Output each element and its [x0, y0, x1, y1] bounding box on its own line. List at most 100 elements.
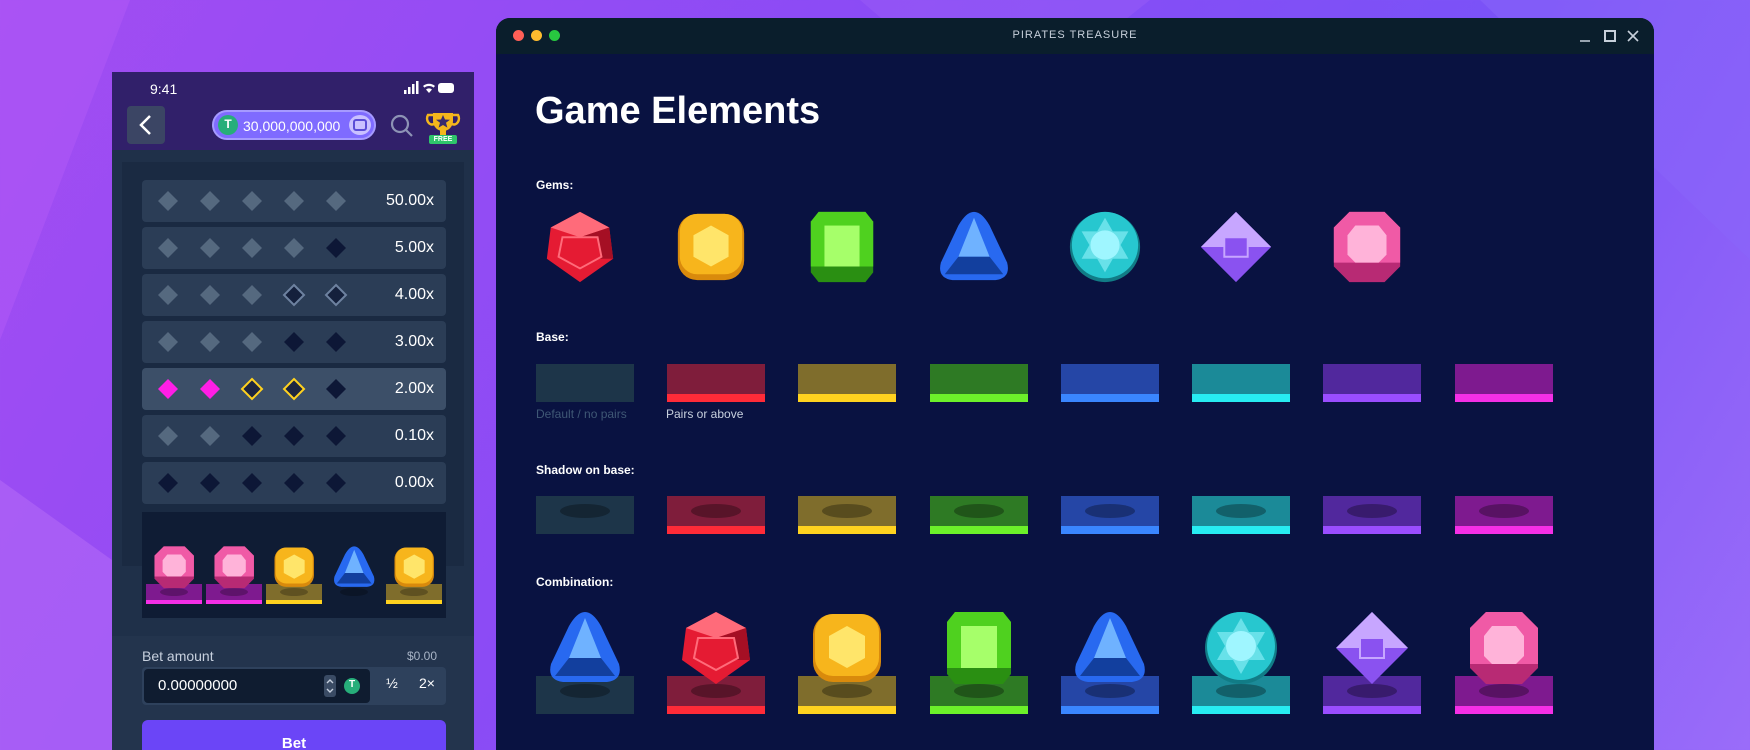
- app-window: PIRATES TREASURE Game Elements Gems: Bas…: [496, 18, 1654, 750]
- pattern-diamond: [284, 238, 304, 258]
- status-time: 9:41: [150, 81, 178, 97]
- default-base: [536, 364, 634, 402]
- status-icons: [404, 81, 454, 94]
- currency-coin-icon: T: [344, 678, 360, 694]
- multiplier-value: 3.00x: [394, 333, 434, 350]
- red-gem-icon: [676, 608, 756, 693]
- pattern-diamond: [200, 285, 220, 305]
- bet-input-group: 0.00000000 T ½ 2×: [142, 667, 446, 705]
- pattern-diamond: [242, 473, 262, 493]
- multiplier-value: 0.10x: [394, 427, 434, 444]
- yellow-gem-icon: [274, 547, 314, 587]
- red-base: [667, 364, 765, 402]
- chevron-left-icon: [139, 115, 151, 135]
- minimize-icon[interactable]: [1575, 26, 1595, 46]
- base-section-label: Base:: [536, 330, 569, 344]
- yellow-base: [798, 364, 896, 402]
- magenta-shadow-base: [1455, 496, 1553, 534]
- pattern-diamond: [200, 473, 220, 493]
- magenta-base: [1455, 364, 1553, 402]
- pink-gem-icon: [214, 546, 254, 589]
- red-gem-icon: [541, 208, 619, 291]
- blue-gem-icon: [545, 608, 625, 693]
- tray-gems: [146, 546, 442, 604]
- page-title: Game Elements: [535, 90, 821, 132]
- paytable-row: 2.00x: [142, 368, 446, 410]
- back-button[interactable]: [127, 106, 165, 144]
- pattern-diamond: [200, 332, 220, 352]
- window-title: PIRATES TREASURE: [1012, 29, 1138, 41]
- pattern-diamond: [326, 473, 346, 493]
- combination-section-label: Combination:: [536, 575, 614, 589]
- free-badge: FREE: [433, 136, 453, 143]
- title-bar: PIRATES TREASURE: [496, 18, 1654, 54]
- pattern-diamond: [326, 379, 346, 399]
- blue-gem-icon: [935, 208, 1013, 291]
- bet-amount-value: 0.00000000: [158, 677, 238, 694]
- pattern-diamond: [242, 238, 262, 258]
- pattern-diamond: [158, 426, 178, 446]
- pattern-diamond: [326, 426, 346, 446]
- pattern-diamond: [242, 332, 262, 352]
- green-gem-icon: [803, 208, 881, 291]
- cyan-shadow-base: [1192, 496, 1290, 534]
- pattern-diamond: [158, 285, 178, 305]
- pattern-diamond: [158, 379, 178, 399]
- purple-shadow-base: [1323, 496, 1421, 534]
- double-bet-button[interactable]: 2×: [412, 675, 442, 697]
- pattern-diamond: [242, 191, 262, 211]
- bet-button[interactable]: Bet: [142, 720, 446, 750]
- search-icon[interactable]: [388, 112, 416, 140]
- multiplier-value: 50.00x: [385, 192, 434, 209]
- pattern-diamond: [158, 191, 178, 211]
- pattern-diamond: [242, 426, 262, 446]
- pink-gem-icon: [154, 546, 194, 589]
- status-bar: 9:41: [112, 72, 474, 102]
- pattern-diamond: [200, 379, 220, 399]
- green-gem-icon: [939, 608, 1019, 693]
- purple-base: [1323, 364, 1421, 402]
- paytable-panel: [122, 162, 464, 566]
- default-shadow-base: [536, 496, 634, 534]
- pairs-base-caption: Pairs or above: [666, 407, 744, 421]
- pattern-diamond: [324, 283, 348, 307]
- pattern-diamond: [158, 473, 178, 493]
- tray-base: [326, 584, 382, 604]
- bet-amount-input[interactable]: 0.00000000 T: [144, 669, 370, 703]
- pattern-diamond: [158, 332, 178, 352]
- pattern-diamond: [326, 191, 346, 211]
- currency-coin-icon: T: [218, 115, 238, 135]
- multiplier-value: 0.00x: [394, 474, 434, 491]
- gems-section-label: Gems:: [536, 178, 574, 192]
- wallet-icon[interactable]: [349, 115, 371, 135]
- close-icon[interactable]: [1623, 26, 1643, 46]
- default-base-caption: Default / no pairs: [536, 407, 627, 421]
- green-shadow-base: [930, 496, 1028, 534]
- pattern-diamond: [284, 426, 304, 446]
- cyan-gem-icon: [1066, 208, 1144, 291]
- paytable-row: 3.00x: [142, 321, 446, 363]
- yellow-gem-icon: [394, 547, 434, 587]
- trophy-button[interactable]: FREE: [423, 107, 463, 147]
- multiplier-value: 2.00x: [394, 380, 434, 397]
- multiplier-value: 5.00x: [394, 239, 434, 256]
- bet-usd-value: $0.00: [407, 649, 438, 663]
- pattern-diamond: [240, 377, 264, 401]
- balance-pill[interactable]: T 30,000,000,000: [212, 110, 376, 140]
- pattern-diamond: [200, 426, 220, 446]
- tray-base: [266, 584, 322, 604]
- pink-gem-icon: [1464, 608, 1544, 693]
- pattern-diamond: [326, 238, 346, 258]
- pattern-diamond: [242, 285, 262, 305]
- maximize-icon[interactable]: [1600, 26, 1620, 46]
- stepper-icon[interactable]: [324, 675, 336, 697]
- yellow-shadow-base: [798, 496, 896, 534]
- balance-amount: 30,000,000,000: [243, 118, 341, 134]
- pattern-diamond: [284, 191, 304, 211]
- half-bet-button[interactable]: ½: [378, 675, 406, 697]
- cyan-base: [1192, 364, 1290, 402]
- tray-base: [386, 584, 442, 604]
- result-tray: [142, 512, 446, 618]
- pattern-diamond: [326, 332, 346, 352]
- pink-gem-icon: [1328, 208, 1406, 291]
